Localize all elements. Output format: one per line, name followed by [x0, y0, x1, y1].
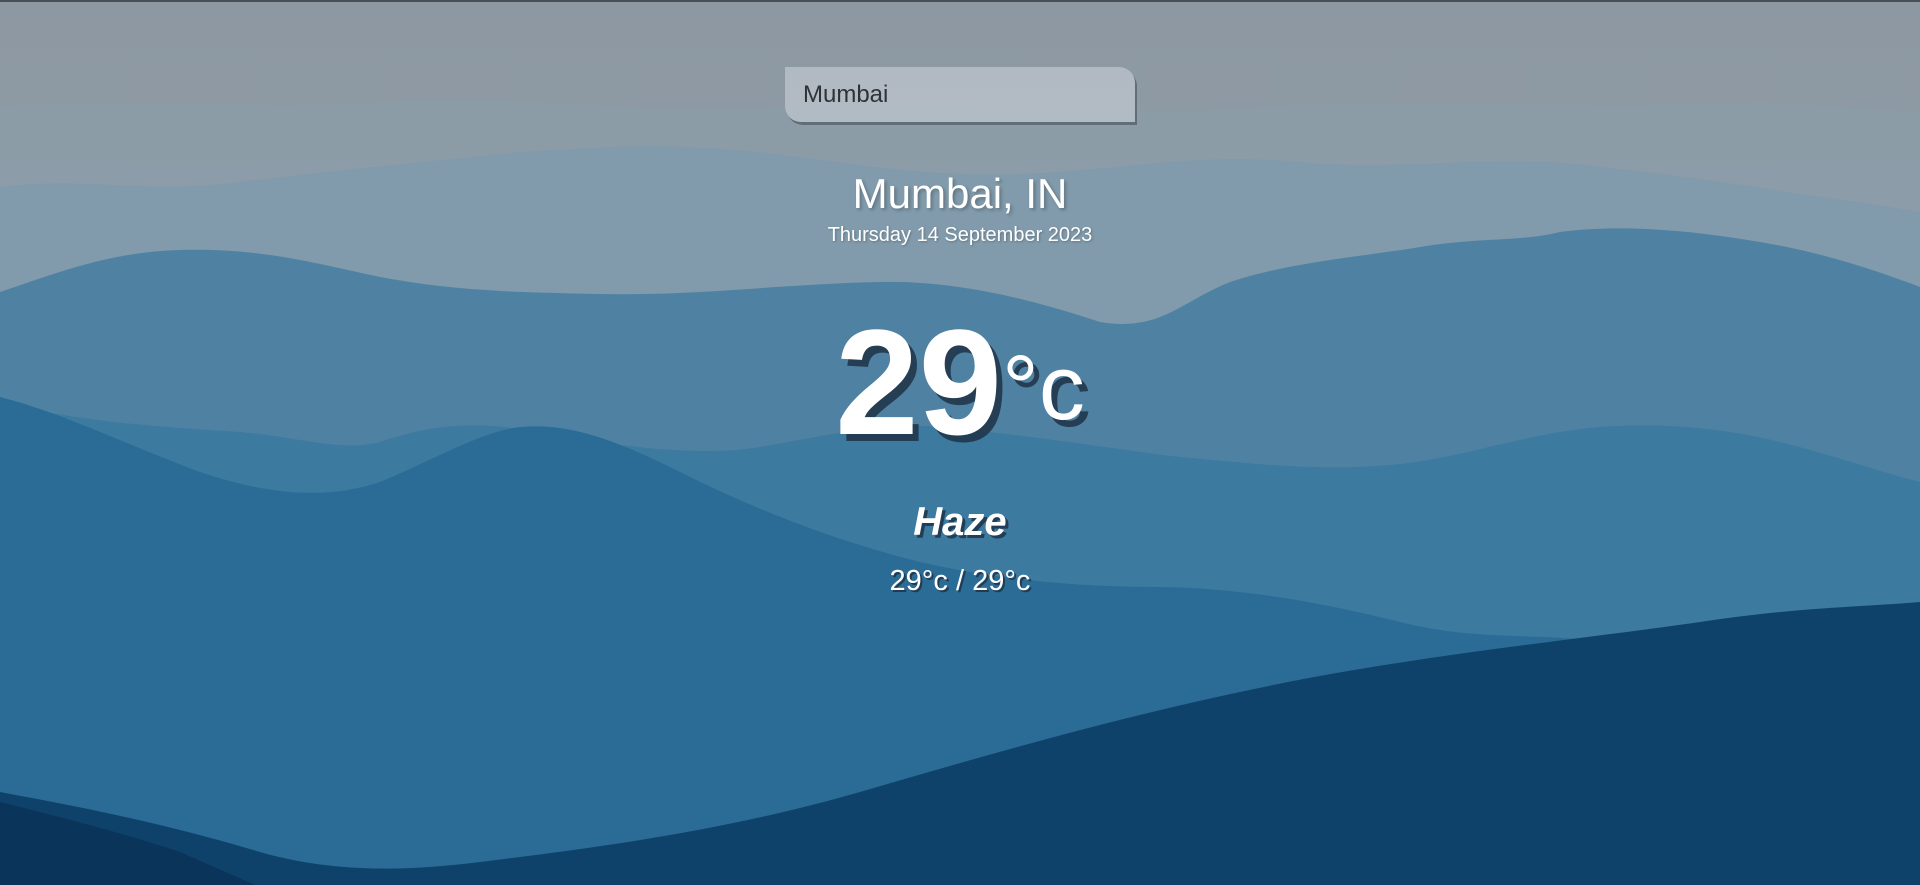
location-title: Mumbai, IN [852, 170, 1068, 217]
high-low-temperature: 29°c / 29°c [889, 565, 1031, 597]
current-date: Thursday 14 September 2023 [827, 224, 1093, 246]
temperature-unit: °c [1002, 337, 1085, 439]
weather-app: Mumbai, IN Thursday 14 September 2023 29… [0, 0, 1920, 885]
weather-condition: Haze [913, 500, 1007, 544]
search-input[interactable] [785, 67, 1135, 122]
temperature-display: 29°c [0, 302, 1920, 462]
temperature-value: 29 [835, 298, 1003, 466]
